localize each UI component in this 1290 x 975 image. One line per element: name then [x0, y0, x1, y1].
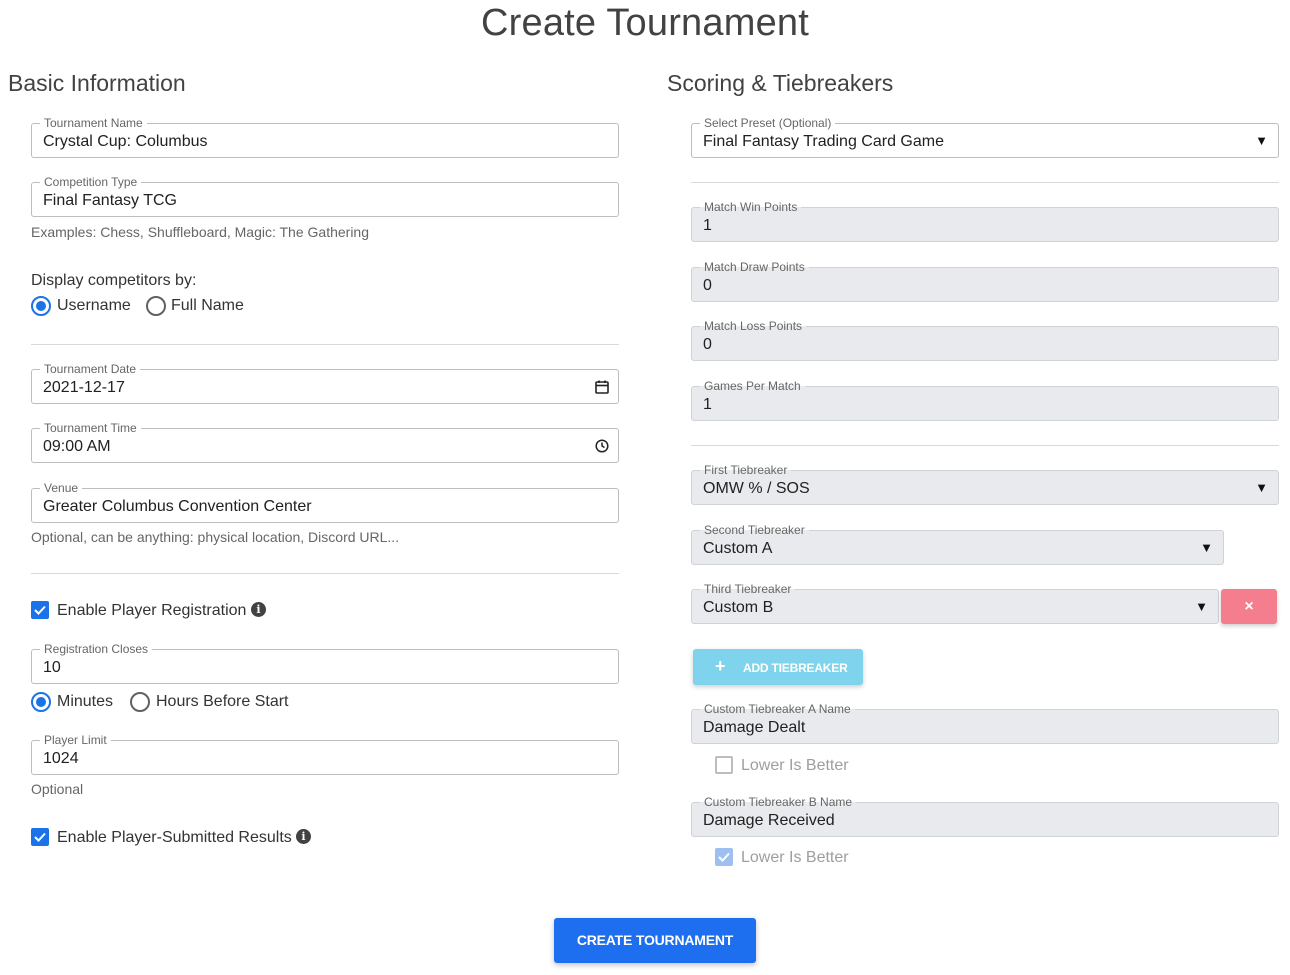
display-username-label[interactable]: Username [57, 297, 131, 315]
closes-hours-label[interactable]: Hours Before Start [156, 693, 289, 711]
info-icon[interactable]: i [251, 602, 266, 617]
custom-a-lower-label[interactable]: Lower Is Better [741, 757, 849, 775]
tournament-name-value: Crystal Cup: Columbus [43, 133, 208, 150]
tournament-name-label: Tournament Name [40, 116, 147, 130]
custom-tiebreaker-a-field[interactable]: Custom Tiebreaker A Name Damage Dealt [691, 702, 1279, 744]
remove-tiebreaker-button[interactable]: × [1221, 589, 1277, 624]
scoring-heading: Scoring & Tiebreakers [667, 70, 894, 96]
competition-type-value: Final Fantasy TCG [43, 192, 177, 209]
custom-b-lower-label[interactable]: Lower Is Better [741, 849, 849, 867]
divider [31, 573, 619, 574]
match-draw-points-field[interactable]: Match Draw Points 0 [691, 260, 1279, 302]
display-fullname-label[interactable]: Full Name [171, 297, 244, 315]
tournament-date-value: 2021-12-17 [43, 379, 125, 396]
custom-tiebreaker-b-label: Custom Tiebreaker B Name [700, 795, 857, 809]
third-tiebreaker-label: Third Tiebreaker [700, 582, 796, 596]
checkmark-icon [718, 852, 730, 862]
caret-down-icon: ▼ [1195, 599, 1208, 614]
divider [31, 344, 619, 345]
competition-type-field[interactable]: Competition Type Final Fantasy TCG [31, 175, 619, 217]
preset-label: Select Preset (Optional) [700, 116, 836, 130]
closes-hours-radio[interactable] [130, 692, 150, 712]
divider [691, 182, 1279, 183]
clock-icon[interactable] [594, 438, 610, 454]
closes-minutes-label[interactable]: Minutes [57, 693, 113, 711]
checkmark-icon [34, 605, 46, 615]
match-loss-points-value: 0 [703, 336, 712, 353]
calendar-icon[interactable] [594, 379, 610, 395]
tournament-time-value: 09:00 AM [43, 438, 111, 455]
first-tiebreaker-value: OMW % / SOS [703, 480, 810, 497]
enable-registration-checkbox[interactable] [31, 601, 49, 619]
checkmark-icon [34, 832, 46, 842]
plus-icon: + [715, 656, 726, 676]
player-limit-hint: Optional [31, 781, 84, 797]
custom-tiebreaker-a-value: Damage Dealt [703, 719, 806, 736]
tournament-time-label: Tournament Time [40, 421, 141, 435]
enable-results-label[interactable]: Enable Player-Submitted Results [57, 829, 292, 847]
display-username-radio[interactable] [31, 296, 51, 316]
venue-hint: Optional, can be anything: physical loca… [31, 529, 400, 545]
enable-registration-label[interactable]: Enable Player Registration [57, 602, 246, 620]
add-tiebreaker-label: ADD TIEBREAKER [743, 661, 848, 675]
third-tiebreaker-select[interactable]: Third Tiebreaker Custom B ▼ [691, 582, 1219, 624]
display-by-label: Display competitors by: [31, 272, 197, 289]
registration-closes-value: 10 [43, 659, 61, 676]
match-loss-points-field[interactable]: Match Loss Points 0 [691, 319, 1279, 361]
enable-results-checkbox[interactable] [31, 828, 49, 846]
second-tiebreaker-label: Second Tiebreaker [700, 523, 809, 537]
preset-select[interactable]: Select Preset (Optional) Final Fantasy T… [691, 116, 1279, 158]
tournament-date-field[interactable]: Tournament Date 2021-12-17 [31, 362, 619, 404]
competition-type-hint: Examples: Chess, Shuffleboard, Magic: Th… [31, 224, 369, 240]
match-win-points-field[interactable]: Match Win Points 1 [691, 200, 1279, 242]
first-tiebreaker-select[interactable]: First Tiebreaker OMW % / SOS ▼ [691, 463, 1279, 505]
custom-tiebreaker-b-value: Damage Received [703, 812, 835, 829]
second-tiebreaker-select[interactable]: Second Tiebreaker Custom A ▼ [691, 523, 1224, 565]
caret-down-icon: ▼ [1200, 540, 1213, 555]
registration-closes-label: Registration Closes [40, 642, 153, 656]
tournament-date-label: Tournament Date [40, 362, 141, 376]
match-draw-points-value: 0 [703, 277, 712, 294]
tournament-time-field[interactable]: Tournament Time 09:00 AM [31, 421, 619, 463]
competition-type-label: Competition Type [40, 175, 142, 189]
custom-tiebreaker-a-label: Custom Tiebreaker A Name [700, 702, 855, 716]
caret-down-icon: ▼ [1255, 480, 1268, 495]
divider [691, 445, 1279, 446]
basic-info-heading: Basic Information [8, 70, 186, 96]
games-per-match-label: Games Per Match [700, 379, 805, 393]
tournament-name-field[interactable]: Tournament Name Crystal Cup: Columbus [31, 116, 619, 158]
second-tiebreaker-value: Custom A [703, 540, 773, 557]
games-per-match-value: 1 [703, 396, 712, 413]
player-limit-label: Player Limit [40, 733, 111, 747]
page-title: Create Tournament [481, 2, 809, 44]
info-icon[interactable]: i [296, 829, 311, 844]
match-loss-points-label: Match Loss Points [700, 319, 807, 333]
custom-b-lower-checkbox[interactable] [715, 848, 733, 866]
custom-a-lower-checkbox[interactable] [715, 756, 733, 774]
caret-down-icon: ▼ [1255, 133, 1268, 148]
third-tiebreaker-value: Custom B [703, 599, 774, 616]
first-tiebreaker-label: First Tiebreaker [700, 463, 792, 477]
match-win-points-label: Match Win Points [700, 200, 802, 214]
display-fullname-radio[interactable] [146, 296, 166, 316]
match-win-points-value: 1 [703, 217, 712, 234]
venue-label: Venue [40, 481, 83, 495]
custom-tiebreaker-b-field[interactable]: Custom Tiebreaker B Name Damage Received [691, 795, 1279, 837]
games-per-match-field[interactable]: Games Per Match 1 [691, 379, 1279, 421]
create-tournament-button[interactable]: CREATE TOURNAMENT [554, 918, 756, 963]
venue-value: Greater Columbus Convention Center [43, 498, 312, 515]
player-limit-value: 1024 [43, 750, 79, 767]
preset-value: Final Fantasy Trading Card Game [703, 133, 944, 150]
registration-closes-field[interactable]: Registration Closes 10 [31, 642, 619, 684]
close-icon: × [1244, 598, 1254, 615]
add-tiebreaker-button[interactable]: + ADD TIEBREAKER [693, 649, 863, 685]
match-draw-points-label: Match Draw Points [700, 260, 809, 274]
venue-field[interactable]: Venue Greater Columbus Convention Center [31, 481, 619, 523]
closes-minutes-radio[interactable] [31, 692, 51, 712]
player-limit-field[interactable]: Player Limit 1024 [31, 733, 619, 775]
